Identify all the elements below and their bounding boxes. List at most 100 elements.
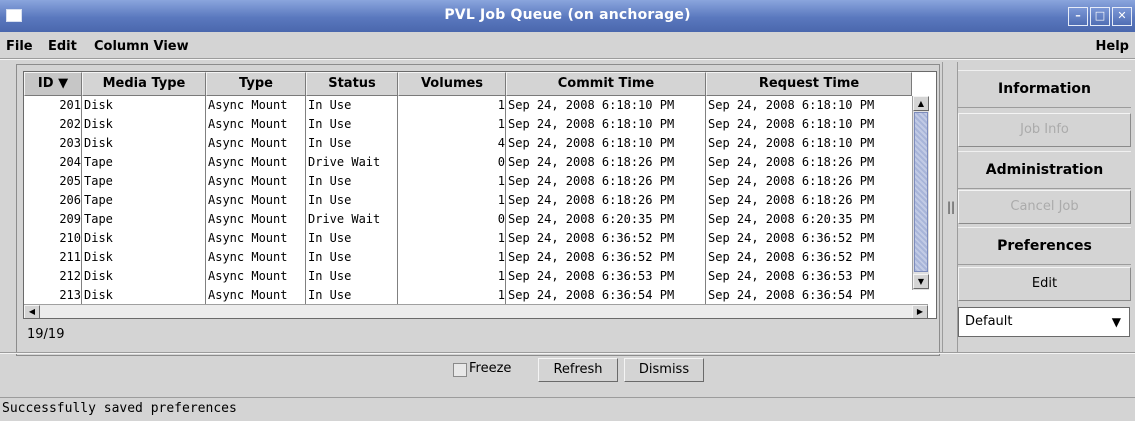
scroll-up-icon[interactable]: ▲ (913, 96, 929, 111)
table-row[interactable]: 209 Tape Async Mount Drive Wait 0 Sep 24, 200… (24, 210, 912, 229)
status-bar: Successfully saved preferences (0, 397, 1135, 421)
cell-type: Async Mount (208, 117, 288, 131)
preference-select-value: Default (965, 314, 1013, 329)
section-information: Information (958, 70, 1131, 108)
cell-commit: Sep 24, 2008 6:36:52 PM (508, 231, 675, 245)
cell-volumes: 1 (497, 98, 505, 112)
column-header-commit[interactable]: Commit Time (506, 72, 706, 96)
cell-status: In Use (308, 117, 352, 131)
window-title: PVL Job Queue (on anchorage) (444, 7, 691, 23)
cell-commit: Sep 24, 2008 6:18:26 PM (508, 174, 675, 188)
cell-media: Disk (84, 269, 113, 283)
table-row[interactable]: 205 Tape Async Mount In Use 1 Sep 24, 2008 6:… (24, 172, 912, 191)
cell-status: In Use (308, 98, 352, 112)
scroll-right-icon[interactable]: ▶ (912, 305, 928, 318)
menu-column-view[interactable]: Column View (94, 39, 189, 54)
cell-status: In Use (308, 231, 352, 245)
cell-id: 211 (59, 250, 81, 264)
table-row[interactable]: 202 Disk Async Mount In Use 1 Sep 24, 2008 6:… (24, 115, 912, 134)
cell-id: 204 (59, 155, 81, 169)
cell-status: Drive Wait (308, 155, 381, 169)
column-header-status[interactable]: Status (306, 72, 398, 96)
cell-request: Sep 24, 2008 6:18:26 PM (708, 155, 875, 169)
split-divider[interactable]: || (942, 62, 958, 352)
cell-id: 206 (59, 193, 81, 207)
cell-request: Sep 24, 2008 6:36:52 PM (708, 250, 875, 264)
dismiss-button[interactable]: Dismiss (624, 358, 704, 382)
cell-type: Async Mount (208, 212, 288, 226)
minimize-icon[interactable]: – (1068, 7, 1088, 26)
cell-volumes: 4 (497, 136, 505, 150)
refresh-button[interactable]: Refresh (538, 358, 618, 382)
scroll-left-icon[interactable]: ◀ (24, 305, 40, 318)
cell-media: Tape (84, 174, 113, 188)
cell-request: Sep 24, 2008 6:18:10 PM (708, 117, 875, 131)
cell-type: Async Mount (208, 250, 288, 264)
column-header-volumes[interactable]: Volumes (398, 72, 506, 96)
column-header-request[interactable]: Request Time (706, 72, 912, 96)
job-info-button[interactable]: Job Info (958, 113, 1131, 147)
column-header-type[interactable]: Type (206, 72, 306, 96)
cell-type: Async Mount (208, 269, 288, 283)
table-row[interactable]: 206 Tape Async Mount In Use 1 Sep 24, 2008 6:… (24, 191, 912, 210)
row-count: 19/19 (27, 327, 65, 342)
column-header-id[interactable]: ID ▼ (24, 72, 82, 96)
cell-type: Async Mount (208, 231, 288, 245)
cell-id: 201 (59, 98, 81, 112)
table-row[interactable]: 212 Disk Async Mount In Use 1 Sep 24, 2008 6:… (24, 267, 912, 286)
freeze-label: Freeze (469, 361, 512, 376)
menu-edit[interactable]: Edit (48, 39, 77, 54)
cell-type: Async Mount (208, 155, 288, 169)
cell-media: Disk (84, 250, 113, 264)
bottom-separator (0, 352, 1135, 354)
column-divider (205, 96, 206, 304)
edit-preferences-button[interactable]: Edit (958, 267, 1131, 301)
cell-commit: Sep 24, 2008 6:18:10 PM (508, 136, 675, 150)
table-row[interactable]: 203 Disk Async Mount In Use 4 Sep 24, 2008 6:… (24, 134, 912, 153)
close-icon[interactable]: ✕ (1112, 7, 1132, 26)
cell-status: In Use (308, 193, 352, 207)
cell-media: Disk (84, 231, 113, 245)
column-header-media[interactable]: Media Type (82, 72, 206, 96)
scroll-down-icon[interactable]: ▼ (913, 274, 929, 289)
cell-media: Disk (84, 136, 113, 150)
section-preferences: Preferences (958, 227, 1131, 265)
horizontal-scrollbar[interactable]: ◀ ▶ (24, 304, 928, 318)
table-row[interactable]: 211 Disk Async Mount In Use 1 Sep 24, 2008 6:… (24, 248, 912, 267)
vertical-scroll-thumb[interactable] (914, 112, 928, 272)
cancel-job-button[interactable]: Cancel Job (958, 190, 1131, 224)
menu-file[interactable]: File (6, 39, 33, 54)
cell-request: Sep 24, 2008 6:36:53 PM (708, 269, 875, 283)
vertical-scrollbar[interactable]: ▲ ▼ (912, 96, 929, 290)
cell-volumes: 1 (497, 174, 505, 188)
cell-volumes: 1 (497, 231, 505, 245)
cell-media: Disk (84, 117, 113, 131)
preference-select[interactable]: Default ▼ (958, 307, 1130, 337)
table-row[interactable]: 213 Disk Async Mount In Use 1 Sep 24, 2008 6:… (24, 286, 912, 304)
freeze-checkbox[interactable] (453, 363, 467, 377)
cell-type: Async Mount (208, 98, 288, 112)
section-administration: Administration (958, 151, 1131, 189)
menu-bar: File Edit Column View Help (0, 32, 1135, 58)
cell-type: Async Mount (208, 136, 288, 150)
cell-commit: Sep 24, 2008 6:18:10 PM (508, 98, 675, 112)
divider-grip-icon[interactable]: || (947, 200, 955, 214)
table-row[interactable]: 210 Disk Async Mount In Use 1 Sep 24, 2008 6:… (24, 229, 912, 248)
cell-commit: Sep 24, 2008 6:20:35 PM (508, 212, 675, 226)
cell-id: 203 (59, 136, 81, 150)
chevron-down-icon: ▼ (1111, 315, 1121, 329)
table-row[interactable]: 201 Disk Async Mount In Use 1 Sep 24, 2008 6:… (24, 96, 912, 115)
cell-status: In Use (308, 136, 352, 150)
maximize-icon[interactable]: □ (1090, 7, 1110, 26)
menu-help[interactable]: Help (1096, 39, 1129, 54)
cell-commit: Sep 24, 2008 6:18:26 PM (508, 193, 675, 207)
cell-status: In Use (308, 288, 352, 302)
cell-commit: Sep 24, 2008 6:18:10 PM (508, 117, 675, 131)
column-divider (81, 96, 82, 304)
table-row[interactable]: 204 Tape Async Mount Drive Wait 0 Sep 24, 200… (24, 153, 912, 172)
cell-media: Disk (84, 98, 113, 112)
cell-commit: Sep 24, 2008 6:36:52 PM (508, 250, 675, 264)
cell-commit: Sep 24, 2008 6:18:26 PM (508, 155, 675, 169)
column-divider (305, 96, 306, 304)
cell-commit: Sep 24, 2008 6:36:53 PM (508, 269, 675, 283)
